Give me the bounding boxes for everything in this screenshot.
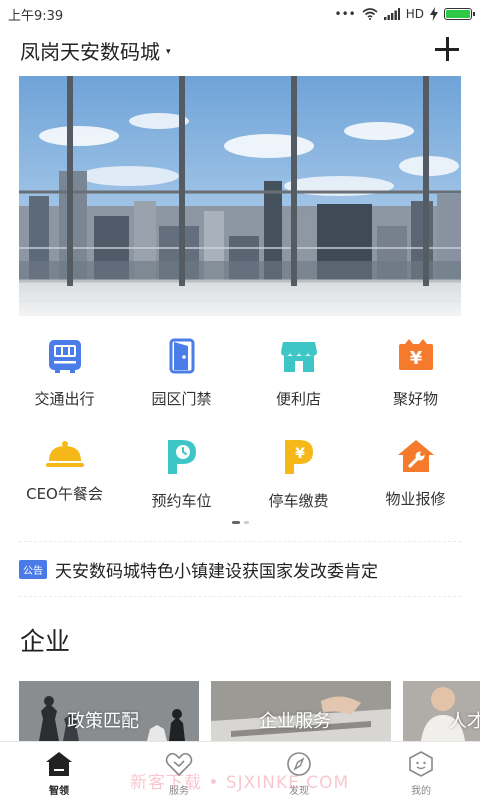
wifi-icon <box>362 8 378 20</box>
status-time: 上午9:39 <box>8 9 64 24</box>
announcement-tag: 公告 <box>19 559 47 579</box>
tab-label: 智领 <box>49 786 69 797</box>
service-access[interactable]: 园区门禁 <box>123 330 240 408</box>
announcement-text: 天安数码城特色小镇建设获国家发改委肯定 <box>55 561 378 582</box>
svg-text:¥: ¥ <box>295 446 305 462</box>
page-dot-active <box>231 521 240 524</box>
service-label: CEO午餐会 <box>26 485 103 503</box>
card-label: 政策匹配 <box>67 711 139 732</box>
status-bar: 上午9:39 ••• HD <box>0 0 480 28</box>
section-title: 企业 <box>20 627 71 656</box>
door-icon <box>162 338 202 374</box>
service-parking-fee[interactable]: ¥ 停车缴费 <box>240 430 357 510</box>
status-icons: ••• HD <box>334 4 475 24</box>
card-policy-match[interactable]: 政策匹配 <box>19 681 199 741</box>
service-shop[interactable]: ¥ 聚好物 <box>357 330 474 408</box>
svg-text:¥: ¥ <box>409 348 422 369</box>
divider <box>19 541 461 542</box>
card-talent[interactable]: 人才 <box>403 681 480 741</box>
tab-label: 我的 <box>411 786 431 797</box>
service-ceo-lunch[interactable]: CEO午餐会 <box>6 430 123 504</box>
parking-yen-icon: ¥ <box>279 438 319 476</box>
card-label: 企业服务 <box>259 711 331 732</box>
page-dot <box>243 521 249 524</box>
tab-home[interactable]: 智领 <box>29 750 89 797</box>
card-enterprise-service[interactable]: 企业服务 <box>211 681 391 741</box>
tab-profile[interactable]: 我的 <box>391 750 451 797</box>
banner-image[interactable] <box>19 76 461 316</box>
service-label: 园区门禁 <box>151 390 212 408</box>
battery-icon <box>444 8 475 20</box>
page-indicator <box>0 521 480 524</box>
service-label: 聚好物 <box>392 390 438 408</box>
house-wrench-icon <box>396 438 436 474</box>
service-label: 交通出行 <box>34 390 95 408</box>
service-label: 物业报修 <box>385 490 446 508</box>
network-type: HD <box>405 7 424 21</box>
signal-icon <box>383 8 400 20</box>
battery-fill <box>446 10 470 18</box>
card-label: 人才 <box>449 711 480 732</box>
service-store[interactable]: 便利店 <box>240 330 357 408</box>
cloche-icon <box>45 438 85 469</box>
watermark-text: 新客下载 • SJXINKE.COM <box>130 773 350 793</box>
header: 凤岗天安数码城 ▾ <box>0 28 480 74</box>
service-reserve-parking[interactable]: 预约车位 <box>123 430 240 510</box>
charging-icon <box>430 7 438 21</box>
announcement-bar[interactable]: 公告 天安数码城特色小镇建设获国家发改委肯定 <box>19 555 461 583</box>
location-selector[interactable]: 凤岗天安数码城 ▾ <box>20 36 171 65</box>
service-label: 停车缴费 <box>268 492 329 510</box>
profile-icon <box>409 751 433 777</box>
service-transport[interactable]: 交通出行 <box>6 330 123 408</box>
location-name: 凤岗天安数码城 <box>20 40 160 64</box>
service-repair[interactable]: 物业报修 <box>357 430 474 508</box>
service-grid: 交通出行 园区门禁 便利店 ¥ 聚好物 CEO午餐会 预约车位 ¥ 停车缴费 物… <box>6 330 474 510</box>
parking-clock-icon <box>162 438 202 476</box>
plus-icon[interactable] <box>434 36 460 62</box>
divider <box>19 596 461 597</box>
more-dots-icon: ••• <box>334 7 356 21</box>
yen-box-icon: ¥ <box>396 338 436 374</box>
enterprise-cards: 政策匹配 企业服务 人才 <box>19 681 480 741</box>
service-label: 预约车位 <box>151 492 212 510</box>
store-icon <box>279 338 319 374</box>
home-icon <box>46 752 72 776</box>
caret-down-icon: ▾ <box>166 46 171 57</box>
bus-icon <box>45 338 85 374</box>
service-label: 便利店 <box>275 390 321 408</box>
